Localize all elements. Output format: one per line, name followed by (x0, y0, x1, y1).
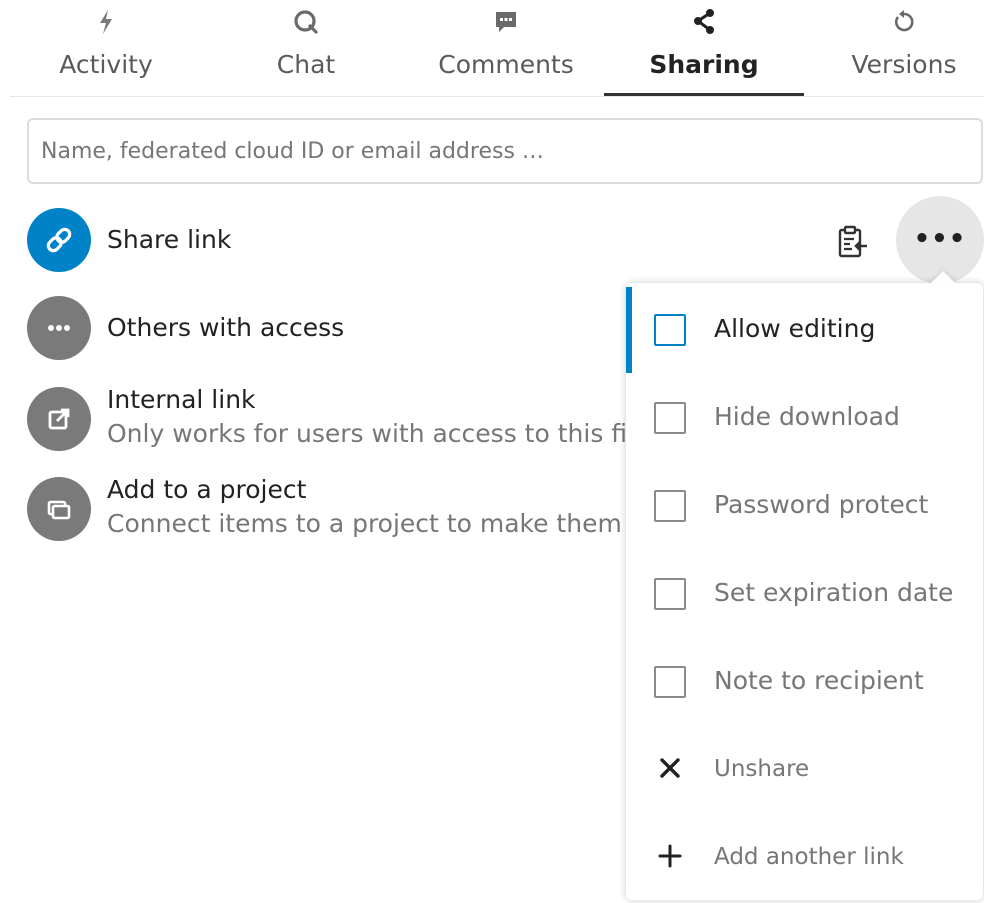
tab-activity[interactable]: Activity (6, 0, 206, 97)
add-to-project-row[interactable]: Add to a project Connect items to a proj… (27, 475, 625, 541)
others-with-access-row[interactable]: Others with access (27, 296, 627, 360)
internal-link-title: Internal link (107, 385, 256, 414)
menu-item-label: Set expiration date (714, 578, 954, 607)
share-link-options-menu: Allow editing Hide download Password pro… (626, 283, 983, 900)
add-to-project-title: Add to a project (107, 475, 307, 504)
menu-item-password-protect[interactable]: Password protect (626, 461, 983, 549)
password-protect-checkbox[interactable] (654, 490, 686, 522)
menu-item-unshare[interactable]: Unshare (626, 724, 983, 812)
hide-download-checkbox[interactable] (654, 402, 686, 434)
history-icon (890, 8, 918, 36)
menu-item-label: Unshare (714, 756, 810, 782)
menu-item-label: Add another link (714, 844, 904, 870)
menu-item-label: Hide download (714, 402, 900, 431)
comment-icon (492, 8, 520, 36)
share-icon (690, 8, 718, 36)
tabs-divider (10, 96, 984, 97)
expiration-date-checkbox[interactable] (654, 578, 686, 610)
tab-label: Activity (59, 50, 153, 79)
clipboard-icon[interactable] (834, 224, 870, 260)
lightning-icon (92, 8, 120, 36)
share-search-input[interactable] (27, 118, 983, 184)
tab-comments[interactable]: Comments (406, 0, 606, 97)
menu-item-hide-download[interactable]: Hide download (626, 373, 983, 461)
menu-item-label: Password protect (714, 490, 929, 519)
tab-label: Chat (276, 50, 336, 79)
allow-editing-checkbox[interactable] (654, 314, 686, 346)
menu-item-label: Note to recipient (714, 666, 924, 695)
tab-label: Comments (438, 50, 574, 79)
others-with-access-title: Others with access (107, 313, 345, 342)
share-link-title: Share link (107, 225, 232, 254)
share-link-avatar (27, 208, 91, 272)
internal-link-row[interactable]: Internal link Only works for users with … (27, 385, 625, 451)
more-icon: ••• (913, 224, 967, 254)
share-link-row[interactable]: Share link (27, 208, 627, 272)
note-to-recipient-checkbox[interactable] (654, 666, 686, 698)
share-list-clip: Internal link Only works for users with … (0, 370, 625, 570)
chat-icon (292, 8, 320, 36)
add-to-project-subtitle: Connect items to a project to make them (107, 509, 622, 538)
tab-sharing[interactable]: Sharing (604, 0, 804, 97)
menu-item-add-another-link[interactable]: Add another link (626, 812, 983, 900)
project-avatar (27, 477, 91, 541)
menu-item-allow-editing[interactable]: Allow editing (626, 285, 983, 373)
tab-versions[interactable]: Versions (804, 0, 984, 97)
sidebar-tabs: Activity Chat Comments Sharing Versions (0, 0, 984, 98)
tab-label: Sharing (649, 50, 759, 79)
menu-item-set-expiration-date[interactable]: Set expiration date (626, 549, 983, 637)
close-icon (656, 754, 684, 782)
menu-item-label: Allow editing (714, 314, 876, 343)
others-avatar (27, 296, 91, 360)
menu-arrow (930, 271, 956, 284)
tab-chat[interactable]: Chat (206, 0, 406, 97)
menu-item-note-to-recipient[interactable]: Note to recipient (626, 637, 983, 725)
internal-link-avatar (27, 387, 91, 451)
internal-link-subtitle: Only works for users with access to this… (107, 419, 625, 448)
tab-label: Versions (851, 50, 957, 79)
plus-icon (656, 842, 684, 870)
